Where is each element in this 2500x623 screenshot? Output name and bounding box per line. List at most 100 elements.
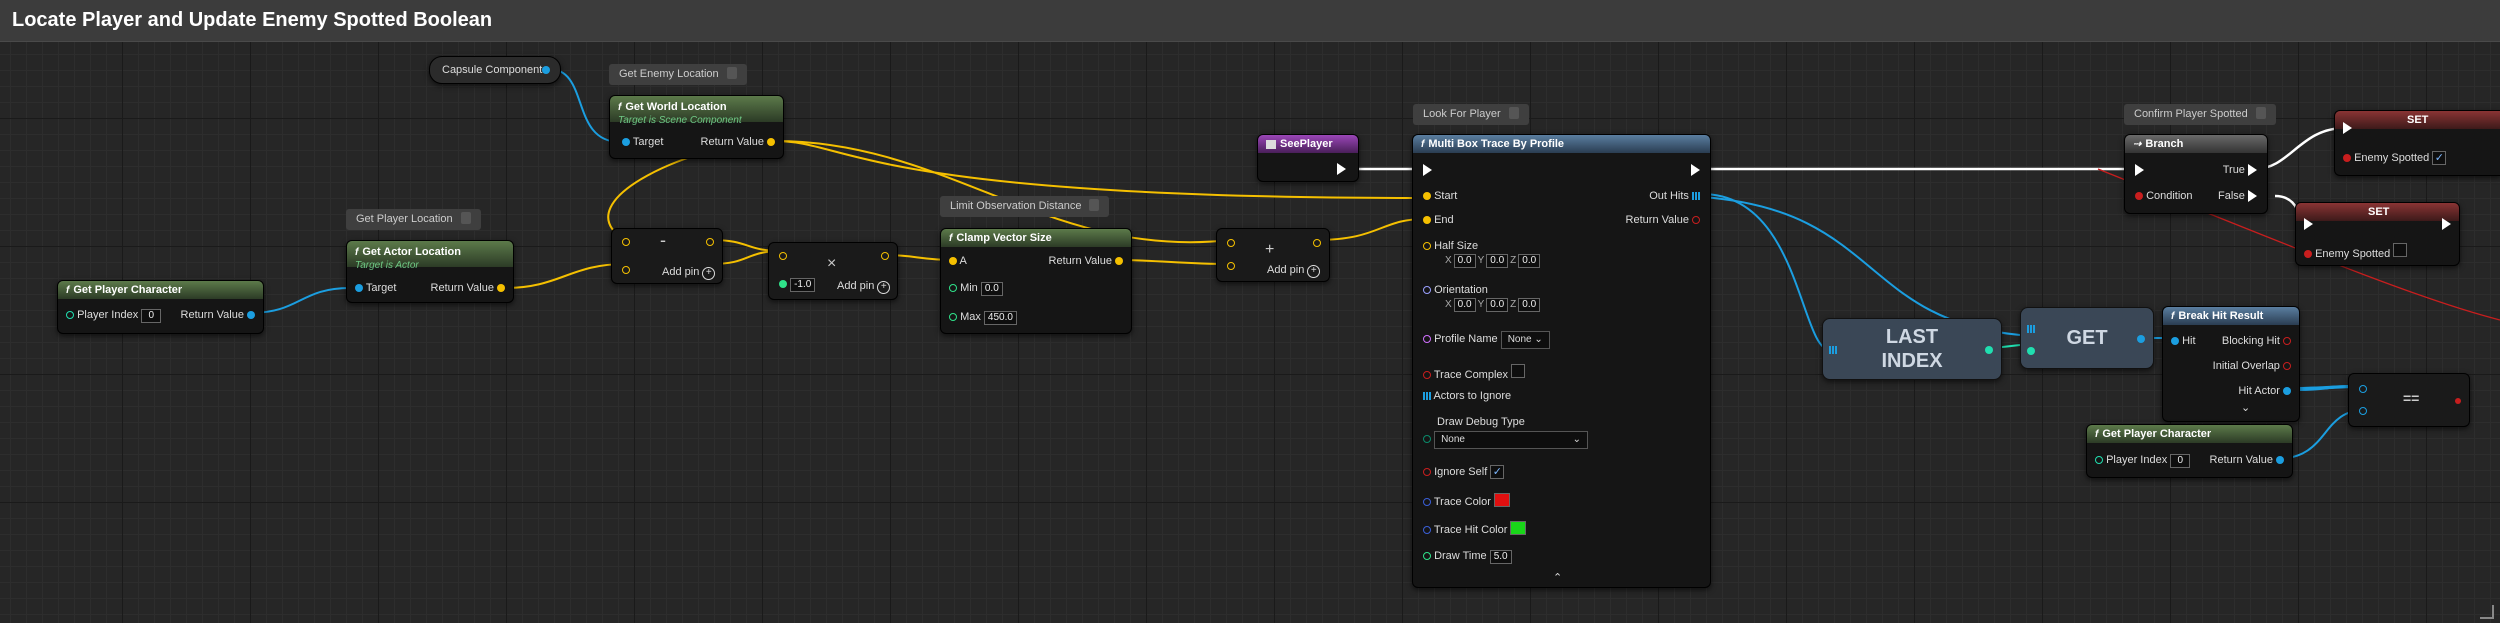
return-value-pin[interactable]: Return Value <box>181 308 255 322</box>
half-size-inputs[interactable]: X 0.0 Y 0.0 Z 0.0 <box>1443 253 1541 268</box>
enemy-spotted-pin[interactable]: Enemy Spotted <box>2304 243 2408 261</box>
comment-box-header[interactable]: Locate Player and Update Enemy Spotted B… <box>0 0 2500 42</box>
pin-icon[interactable] <box>1089 199 1100 211</box>
input-pin-a[interactable] <box>779 249 787 263</box>
get-player-character-node-2[interactable]: f Get Player Character Player Index 0 Ret… <box>2086 424 2293 478</box>
node-header[interactable]: f Get Actor Location Target is Actor <box>347 241 513 271</box>
trace-complex-pin[interactable]: Trace Complex <box>1423 364 1526 382</box>
multiplier-input[interactable]: -1.0 <box>790 278 816 292</box>
array-get-node[interactable]: GET <box>2020 307 2154 369</box>
max-input[interactable]: 450.0 <box>983 311 1017 325</box>
node-header[interactable]: f Get World Location Target is Scene Comp… <box>610 96 783 126</box>
get-actor-location-node[interactable]: f Get Actor Location Target is Actor Targ… <box>346 240 514 303</box>
subtract-vector-node[interactable]: - Add pin + <box>611 228 723 284</box>
return-value-pin[interactable]: Return Value <box>2210 453 2284 467</box>
equal-object-node[interactable]: == <box>2348 373 2470 427</box>
output-pin[interactable] <box>1313 236 1321 250</box>
branch-node[interactable]: ⇢ Branch True Condition False <box>2124 134 2268 214</box>
hit-input-pin[interactable]: Hit <box>2171 334 2196 348</box>
break-hit-result-node[interactable]: f Break Hit Result Hit Blocking Hit Initi… <box>2162 306 2300 422</box>
output-pin[interactable] <box>881 249 889 263</box>
player-index-input[interactable]: 0 <box>141 309 162 323</box>
bool-output-pin[interactable] <box>2455 393 2461 407</box>
exec-input-pin[interactable] <box>2135 163 2144 177</box>
a-pin[interactable]: A <box>949 254 967 268</box>
draw-debug-type-dropdown[interactable]: None ⌄ <box>1434 431 1589 449</box>
comment-tag-confirm-spotted[interactable]: Confirm Player Spotted <box>2124 104 2276 125</box>
pin-icon[interactable] <box>1508 107 1519 119</box>
exec-output-pin[interactable] <box>1337 162 1346 176</box>
add-pin-button[interactable]: Add pin + <box>1267 263 1321 278</box>
node-header[interactable]: f Clamp Vector Size <box>941 229 1131 247</box>
enemy-spotted-pin[interactable]: Enemy Spotted ✓ <box>2343 151 2447 165</box>
return-value-pin[interactable]: Return Value <box>1049 254 1123 268</box>
out-hits-pin[interactable]: Out Hits <box>1649 189 1700 203</box>
trace-color-pin[interactable]: Trace Color <box>1423 493 1510 509</box>
resize-grip-icon[interactable] <box>2480 605 2494 619</box>
return-value-pin[interactable]: Return Value <box>431 281 505 295</box>
end-pin[interactable]: End <box>1423 213 1454 227</box>
comment-tag-look-for-player[interactable]: Look For Player <box>1413 104 1529 125</box>
input-pin-b[interactable] <box>622 263 630 277</box>
initial-overlap-pin[interactable]: Initial Overlap <box>2213 359 2291 373</box>
add-pin-button[interactable]: Add pin + <box>662 265 716 280</box>
return-value-pin[interactable]: Return Value <box>1626 213 1700 227</box>
capsule-component-node[interactable]: Capsule Component <box>429 56 561 84</box>
return-value-pin[interactable]: Return Value <box>701 135 775 149</box>
set-enemy-spotted-false-node[interactable]: SET Enemy Spotted <box>2295 202 2460 266</box>
collapse-advanced-chevron-icon[interactable]: ⌃ <box>1553 571 1562 585</box>
input-pin-b[interactable] <box>2359 404 2367 418</box>
add-pin-button[interactable]: Add pin + <box>837 279 891 294</box>
blocking-hit-pin[interactable]: Blocking Hit <box>2222 334 2291 348</box>
exec-output-pin[interactable] <box>2494 121 2500 135</box>
target-pin[interactable]: Target <box>622 135 663 149</box>
enemy-spotted-checkbox[interactable]: ✓ <box>2432 151 2447 165</box>
draw-time-pin[interactable]: Draw Time 5.0 <box>1423 549 1512 564</box>
true-exec-pin[interactable]: True <box>2223 163 2257 177</box>
get-world-location-node[interactable]: f Get World Location Target is Scene Comp… <box>609 95 784 159</box>
input-pin-b[interactable] <box>1227 259 1235 273</box>
player-index-pin[interactable]: Player Index 0 <box>66 308 162 323</box>
draw-time-input[interactable]: 5.0 <box>1489 550 1512 564</box>
trace-complex-checkbox[interactable] <box>1511 364 1526 378</box>
set-enemy-spotted-true-node[interactable]: SET Enemy Spotted ✓ <box>2334 110 2500 176</box>
target-pin[interactable]: Target <box>355 281 396 295</box>
node-header[interactable]: f Multi Box Trace By Profile <box>1413 135 1710 153</box>
input-pin-a[interactable] <box>1227 236 1235 250</box>
expand-chevron-down-icon[interactable]: ⌄ <box>2241 401 2250 415</box>
get-player-character-node-1[interactable]: f Get Player Character Player Index 0 Ret… <box>57 280 264 334</box>
input-pin-a[interactable] <box>622 235 630 249</box>
pin-icon[interactable] <box>2255 107 2266 119</box>
node-header[interactable]: ⇢ Branch <box>2125 135 2267 153</box>
seeplayer-event-node[interactable]: SeePlayer <box>1257 134 1359 182</box>
node-header[interactable]: SET <box>2296 203 2459 221</box>
exec-input-pin[interactable] <box>2343 121 2352 135</box>
pin-icon[interactable] <box>460 212 471 224</box>
half-size-pin[interactable]: Half Size <box>1423 239 1478 253</box>
exec-output-pin[interactable] <box>2442 217 2451 231</box>
trace-hit-color-pin[interactable]: Trace Hit Color <box>1423 521 1527 537</box>
min-pin[interactable]: Min 0.0 <box>949 281 1003 296</box>
comment-tag-get-enemy-location[interactable]: Get Enemy Location <box>609 64 747 85</box>
item-output-pin[interactable] <box>2137 332 2145 346</box>
output-pin[interactable] <box>706 235 714 249</box>
orientation-pin[interactable]: Orientation <box>1423 283 1488 297</box>
node-header[interactable]: f Get Player Character <box>2087 425 2292 443</box>
input-pin-b[interactable]: -1.0 <box>779 277 816 292</box>
exec-output-pin[interactable] <box>1691 163 1700 177</box>
comment-tag-limit-observation[interactable]: Limit Observation Distance <box>940 196 1110 217</box>
actors-to-ignore-pin[interactable]: Actors to Ignore <box>1423 389 1511 403</box>
min-input[interactable]: 0.0 <box>980 282 1003 296</box>
node-header[interactable]: SeePlayer <box>1258 135 1358 153</box>
node-header[interactable]: SET <box>2335 111 2500 129</box>
ignore-self-pin[interactable]: Ignore Self ✓ <box>1423 465 1505 479</box>
last-index-node[interactable]: LAST INDEX <box>1822 318 2002 380</box>
comment-tag-get-player-location[interactable]: Get Player Location <box>346 209 481 230</box>
hit-actor-pin[interactable]: Hit Actor <box>2238 384 2291 398</box>
clamp-vector-size-node[interactable]: f Clamp Vector Size A Return Value Min 0.… <box>940 228 1132 334</box>
capsule-output-pin[interactable] <box>542 63 550 77</box>
max-pin[interactable]: Max 450.0 <box>949 310 1017 325</box>
player-index-pin[interactable]: Player Index 0 <box>2095 453 2191 468</box>
ignore-self-checkbox[interactable]: ✓ <box>1490 465 1505 479</box>
draw-debug-type-pin[interactable]: None ⌄ <box>1423 431 1589 449</box>
